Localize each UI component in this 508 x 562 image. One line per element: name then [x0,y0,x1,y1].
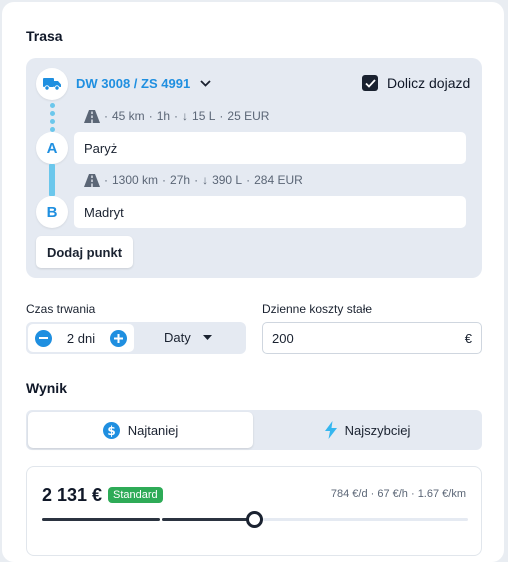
point-b-marker: B [36,196,68,228]
route-line [49,164,55,196]
rate-summary: 784 €/d · 67 €/h · 1.67 €/km [330,488,466,500]
duration-stepper: 2 dni [28,324,134,352]
lightning-icon [324,421,337,439]
route-dot [50,103,55,108]
leg-info: · 1300 km · 27h · ↓ 390 L · 284 EUR [84,173,303,187]
slider-track-remaining [263,518,468,521]
include-commute-checkbox[interactable]: Dolicz dojazd [362,75,470,91]
point-b-input[interactable]: Madryt [74,196,466,228]
dates-label: Daty [164,330,191,345]
optimization-toggle: $ Najtaniej Najszybciej [26,410,482,450]
point-a-marker: A [36,132,68,164]
highway-icon [84,109,100,123]
result-card: 2 131 € Standard 784 €/d · 67 €/h · 1.67… [26,466,482,556]
tab-fastest[interactable]: Najszybciej [255,412,480,448]
fuel-arrow-icon: ↓ [182,109,189,123]
dates-dropdown[interactable]: Daty [164,330,212,345]
fuel-arrow-icon: ↓ [202,173,209,187]
vehicle-label: DW 3008 / ZS 4991 [76,76,191,91]
plus-icon [113,333,123,343]
status-badge: Standard [108,487,163,503]
decrement-button[interactable] [35,329,52,347]
duration-value: 2 dni [66,330,96,346]
vehicle-selector[interactable]: DW 3008 / ZS 4991 [76,76,211,91]
daily-costs-value: 200 [272,330,294,346]
tab-cheapest[interactable]: $ Najtaniej [28,412,253,448]
point-a-input[interactable]: Paryż [74,132,466,164]
increment-button[interactable] [109,329,127,347]
route-heading: Trasa [26,28,63,44]
minus-icon [39,337,48,339]
tab-fastest-label: Najszybciej [344,422,411,438]
route-box: DW 3008 / ZS 4991 Dolicz dojazd · 45 km ·… [26,58,482,278]
slider-handle[interactable] [246,511,263,528]
checkbox-checked-icon [362,75,378,91]
caret-down-icon [202,335,212,340]
daily-costs-label: Dzienne koszty stałe [262,302,373,316]
result-heading: Wynik [26,380,67,396]
leg-info: · 45 km · 1h · ↓ 15 L · 25 EUR [84,109,269,123]
route-dot [50,111,55,116]
include-commute-label: Dolicz dojazd [387,75,471,91]
highway-icon [84,173,100,187]
duration-label: Czas trwania [26,302,96,316]
currency-symbol: € [464,330,472,346]
truck-marker [36,68,68,100]
svg-text:$: $ [107,423,115,437]
duration-control: 2 dni Daty [26,322,246,354]
dollar-icon: $ [102,421,120,439]
daily-costs-input[interactable]: 200 € [262,322,482,354]
slider-track-segment [162,518,255,521]
total-price: 2 131 € [42,485,103,505]
chevron-down-icon [200,80,211,87]
slider-track-segment [42,518,160,521]
tab-cheapest-label: Najtaniej [127,422,179,438]
route-dot [50,119,55,124]
add-point-button[interactable]: Dodaj punkt [36,236,133,268]
truck-icon [43,78,61,91]
